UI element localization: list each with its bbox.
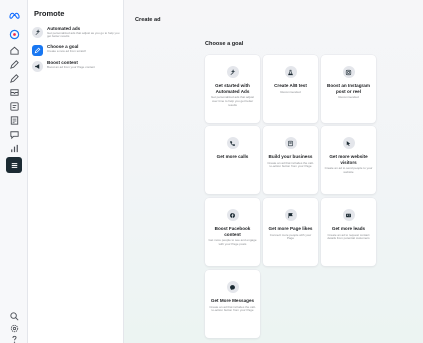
- goal-title: Get more website visitors: [329, 154, 368, 165]
- goal-card-boost-facebook[interactable]: Boost Facebook content Get more people t…: [205, 198, 260, 266]
- goal-description: Create an ad that includes the call-to-a…: [267, 160, 314, 169]
- inbox-icon[interactable]: [8, 86, 20, 98]
- goal-card-website-visitors[interactable]: Get more website visitors Create an ad t…: [321, 126, 376, 194]
- sidebar-item-description: Get personalized ads that adjust as you …: [47, 30, 120, 39]
- comments-icon[interactable]: [8, 128, 20, 140]
- goal-title: Get More Messages: [210, 298, 255, 303]
- sparkle-icon: [32, 27, 43, 38]
- goal-title: Build your business: [268, 154, 313, 159]
- goal-title: Get more calls: [216, 154, 249, 159]
- phone-icon: [226, 137, 239, 149]
- nav-rail: [0, 0, 28, 343]
- edit-icon[interactable]: [8, 58, 20, 70]
- home-icon[interactable]: [8, 44, 20, 56]
- goal-card-automated-ads[interactable]: Get started with Automated Ads Get perso…: [205, 55, 260, 123]
- goal-card-ab-test[interactable]: Create A/B test Recommended: [263, 55, 318, 123]
- sidebar-item-automated-ads[interactable]: Automated ads Get personalized ads that …: [32, 26, 122, 42]
- goal-card-messages[interactable]: Get More Messages Create an ad that incl…: [205, 270, 260, 338]
- meta-logo-icon[interactable]: [8, 9, 20, 21]
- promote-panel: Promote Automated ads Get personalized a…: [28, 0, 124, 343]
- pencil-icon[interactable]: [8, 72, 20, 84]
- goal-card-calls[interactable]: Get more calls: [205, 126, 260, 194]
- chat-icon: [226, 281, 239, 293]
- goal-description: Create an ad to request contact details …: [327, 232, 370, 241]
- goal-title: Get started with Automated Ads: [215, 83, 250, 94]
- insights-icon[interactable]: [8, 142, 20, 154]
- goal-title: Get more leads: [331, 226, 366, 231]
- main-content: Create ad Choose a goal Get started with…: [124, 0, 423, 343]
- goal-title: Get more Page likes: [268, 226, 313, 231]
- facebook-icon: [226, 209, 239, 221]
- dashboard-icon[interactable]: [8, 28, 20, 40]
- goal-card-page-likes[interactable]: Get more Page likes Connect more people …: [263, 198, 318, 266]
- flask-icon: [284, 66, 297, 78]
- goal-description: Recommended: [280, 89, 301, 94]
- cursor-icon: [342, 137, 355, 149]
- storefront-icon: [284, 137, 297, 149]
- goal-card-build-business[interactable]: Build your business Create an ad that in…: [263, 126, 318, 194]
- goal-title: Create A/B test: [274, 83, 307, 88]
- sidebar-item-description: Create a new ad from scratch: [47, 48, 87, 53]
- search-icon[interactable]: [8, 310, 20, 322]
- goal-card-instagram-post[interactable]: Boost an Instagram post or reel Recommen…: [321, 55, 376, 123]
- pencil-icon: [32, 45, 43, 56]
- goal-description: Create an ad to send people to your webs…: [324, 166, 373, 174]
- id-card-icon: [342, 209, 355, 221]
- goal-description: Create an ad that includes the call-to-a…: [209, 304, 256, 313]
- megaphone-icon: [32, 61, 43, 72]
- goal-title: Boost an Instagram post or reel: [327, 83, 370, 94]
- goals-heading: Choose a goal: [205, 41, 244, 47]
- panel-title: Promote: [34, 9, 65, 18]
- all-tools-icon[interactable]: [6, 157, 22, 173]
- page-title: Create ad: [135, 17, 161, 23]
- goal-description: Get personalized ads that adjust over ti…: [210, 95, 255, 107]
- goal-card-leads[interactable]: Get more leads Create an ad to request c…: [321, 198, 376, 266]
- sidebar-item-choose-goal[interactable]: Choose a goal Create a new ad from scrat…: [32, 44, 122, 60]
- sidebar-item-boost-content[interactable]: Boost content Boost an ad from your Page…: [32, 60, 122, 76]
- content-icon[interactable]: [8, 114, 20, 126]
- goal-description: Get more people to see and engage with y…: [208, 238, 257, 246]
- goal-title: Boost Facebook content: [214, 226, 251, 237]
- sparkle-icon: [226, 66, 239, 78]
- planner-icon[interactable]: [8, 100, 20, 112]
- instagram-icon: [342, 66, 355, 78]
- sidebar-item-description: Boost an ad from your Page content: [47, 64, 96, 69]
- help-icon[interactable]: [8, 333, 20, 343]
- goal-description: Recommended: [338, 95, 359, 100]
- goal-description: Connect more people with your Page: [269, 232, 312, 241]
- flag-icon: [284, 209, 297, 221]
